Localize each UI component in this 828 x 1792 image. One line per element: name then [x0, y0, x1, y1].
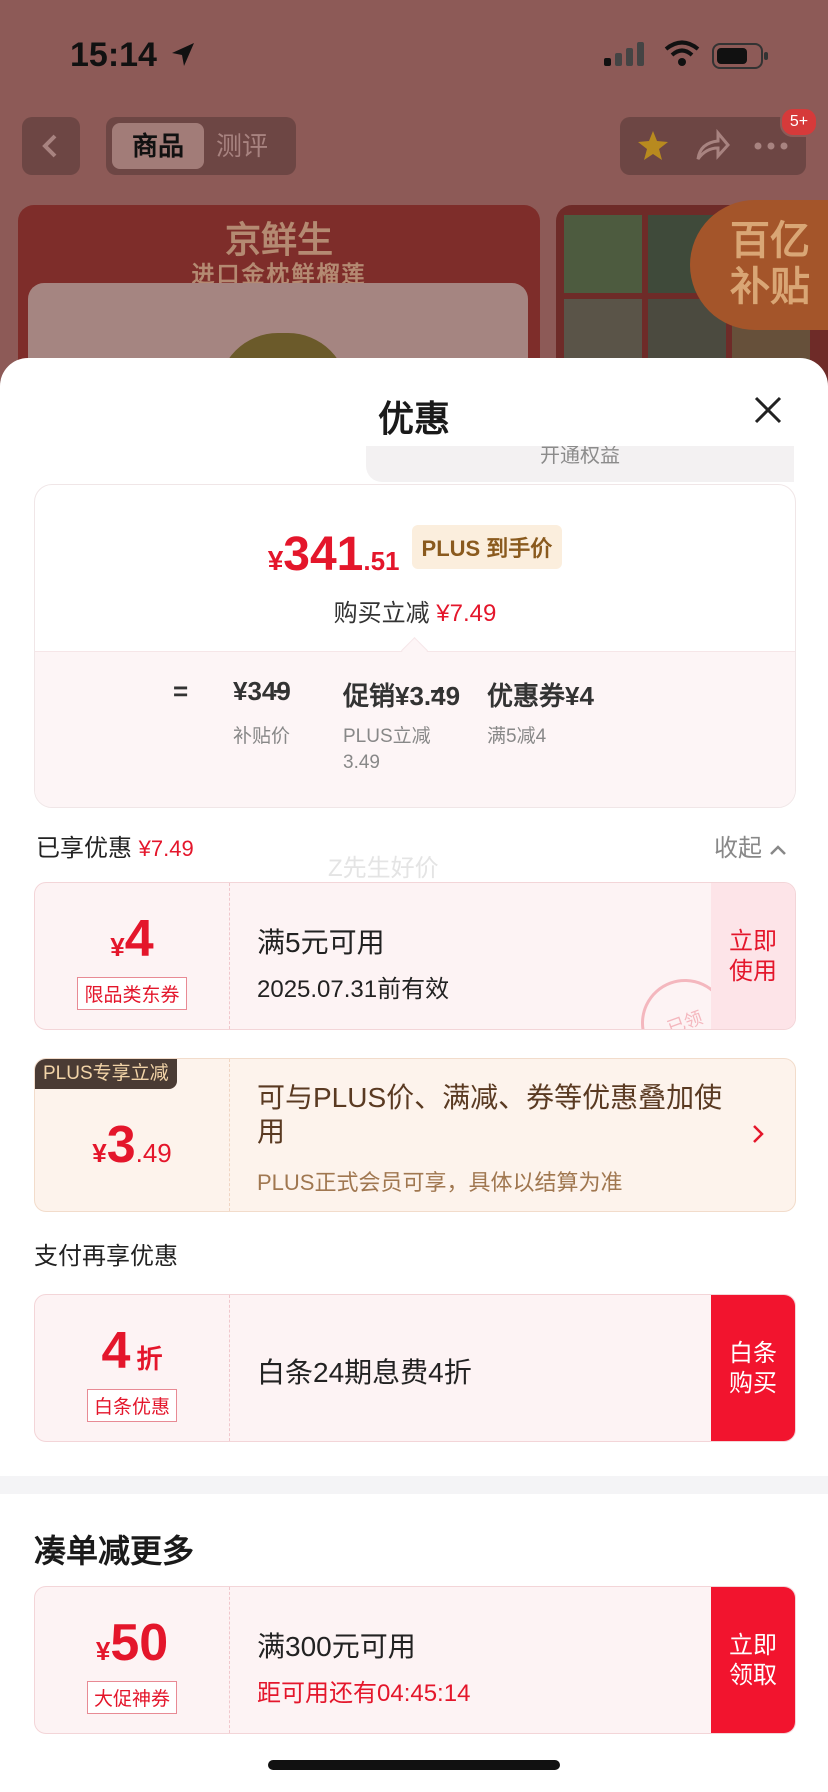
- tab-product[interactable]: 商品: [112, 123, 204, 169]
- use-now-button[interactable]: 立即 使用: [711, 883, 795, 1029]
- reduce-label: 购买立减: [333, 600, 430, 627]
- coupon-card: ¥4 限品类东券 满5元可用 2025.07.31前有效 已领 立即 使用: [34, 882, 796, 1030]
- breakdown-coupon: 优惠券¥4: [487, 681, 594, 711]
- status-time: 15:14: [70, 36, 157, 74]
- promo-currency: ¥: [95, 1636, 111, 1666]
- enjoyed-discount: 已享优惠 ¥7.49: [36, 828, 194, 863]
- final-price: ¥341.51 PLUS 到手价: [35, 525, 795, 582]
- price-currency: ¥: [267, 545, 284, 576]
- peek-text: 开通权益: [540, 446, 620, 467]
- chevron-up-icon: [769, 845, 786, 855]
- purchase-reduction: 购买立减 ¥7.49: [35, 593, 795, 628]
- more-icon[interactable]: [754, 141, 788, 151]
- collapse-label: 收起: [714, 835, 762, 862]
- reduce-amount: ¥7.49: [436, 600, 497, 627]
- coupon-expiry: 2025.07.31前有效: [257, 976, 450, 1003]
- baitiao-buy-button[interactable]: 白条 购买: [711, 1295, 795, 1441]
- collapse-button[interactable]: 收起: [714, 828, 787, 863]
- breakdown-equals: =: [173, 676, 189, 706]
- section-divider: [0, 1476, 828, 1494]
- price-integer: 341: [283, 528, 364, 581]
- breakdown-subsidy-label: 补贴价: [233, 726, 291, 747]
- plus-currency: ¥: [92, 1138, 107, 1168]
- membership-peek: 开通权益: [366, 446, 794, 482]
- message-badge: 5+: [780, 107, 818, 137]
- baitiao-number: 4: [101, 1322, 131, 1380]
- promo-amount: 50: [110, 1614, 169, 1672]
- plus-value-area: ¥3.49: [35, 1059, 230, 1211]
- plus-price-tag: PLUS 到手价: [411, 525, 563, 569]
- action-group: [620, 117, 806, 175]
- promo-coupon-card: ¥50 大促神券 满300元可用 距可用还有04:45:14 立即 领取: [34, 1586, 796, 1734]
- baitiao-tag: 白条优惠: [35, 1389, 229, 1422]
- subsidy-badge: 百亿 补贴: [690, 200, 828, 330]
- price-breakdown: = ¥349 − 促销¥3.49 − 优惠券¥4 补贴价 PLUS立减 3.49…: [35, 651, 795, 807]
- location-arrow-icon: [172, 43, 194, 66]
- enjoyed-amount: ¥7.49: [138, 836, 194, 861]
- plus-description: 可与PLUS价、满减、券等优惠叠加使用: [257, 1082, 723, 1147]
- plus-decimal: .49: [135, 1138, 172, 1168]
- enjoyed-label: 已享优惠: [36, 835, 132, 862]
- coupon-condition: 满5元可用: [257, 927, 385, 958]
- signal-icon: [604, 42, 644, 66]
- promo-value: ¥50: [35, 1613, 229, 1673]
- baitiao-value: 4折: [35, 1321, 229, 1381]
- status-bar: 15:14: [0, 0, 828, 105]
- price-decimal: .51: [363, 546, 400, 576]
- promo-tag-text: 大促神券: [86, 1681, 177, 1714]
- product-top-bar: 商品 测评 5+: [0, 107, 828, 180]
- baitiao-value-area: 4折 白条优惠: [35, 1295, 230, 1441]
- subsidy-line2: 补贴: [730, 265, 810, 309]
- promo-countdown: 距可用还有04:45:14: [257, 1680, 471, 1707]
- plus-integer: 3: [106, 1116, 136, 1174]
- promo-condition: 满300元可用: [257, 1631, 416, 1662]
- sheet-title: 优惠: [377, 398, 450, 439]
- claim-now-button[interactable]: 立即 领取: [711, 1587, 795, 1733]
- close-icon[interactable]: [752, 394, 784, 426]
- wifi-icon: [664, 40, 700, 66]
- pay-section-title: 支付再享优惠: [34, 1243, 178, 1270]
- home-indicator[interactable]: [268, 1760, 560, 1770]
- share-icon[interactable]: [694, 129, 730, 163]
- coupon-value: ¥4: [35, 909, 229, 969]
- price-summary-card: ¥341.51 PLUS 到手价 购买立减 ¥7.49 = ¥349 − 促销¥3…: [34, 484, 796, 808]
- chevron-left-icon: [42, 134, 57, 158]
- plus-value: ¥3.49: [35, 1115, 229, 1175]
- plus-discount-card[interactable]: PLUS专享立减 ¥3.49 可与PLUS价、满减、券等优惠叠加使用 PLUS正…: [34, 1058, 796, 1212]
- promo-value-area: ¥50 大促神券: [35, 1587, 230, 1733]
- breakdown-minus: −: [273, 676, 289, 706]
- subsidy-line1: 百亿: [730, 219, 810, 263]
- baitiao-text: 白条24期息费4折: [257, 1357, 472, 1388]
- more-section-title: 凑单减更多: [34, 1533, 195, 1569]
- product-tabs: 商品 测评: [106, 117, 296, 175]
- battery-icon: [712, 43, 768, 69]
- back-button[interactable]: [22, 117, 80, 175]
- plus-note: PLUS正式会员可享，具体以结算为准: [257, 1170, 623, 1195]
- discount-sheet: 优惠 开通权益 ¥341.51 PLUS 到手价 购买立减 ¥7.49 = ¥34…: [0, 358, 828, 1792]
- promo-tag: 大促神券: [35, 1681, 229, 1714]
- baitiao-unit: 折: [136, 1344, 163, 1374]
- chevron-right-icon: [753, 1125, 764, 1143]
- breakdown-minus: −: [430, 676, 446, 706]
- coupon-value-area: ¥4 限品类东券: [35, 883, 230, 1029]
- watermark: Z先生好价: [328, 855, 439, 882]
- coupon-currency: ¥: [110, 932, 125, 962]
- coupon-amount: 4: [124, 910, 154, 968]
- tab-review[interactable]: 测评: [216, 123, 286, 169]
- baitiao-tag-text: 白条优惠: [86, 1389, 177, 1422]
- coupon-tag: 限品类东券: [35, 977, 229, 1010]
- baitiao-card: 4折 白条优惠 白条24期息费4折 白条 购买: [34, 1294, 796, 1442]
- star-favorite-icon[interactable]: [636, 129, 670, 163]
- breakdown-coupon-label: 满5减4: [487, 726, 547, 747]
- coupon-tag-text: 限品类东券: [77, 977, 187, 1010]
- breakdown-promo-label: PLUS立减 3.49: [343, 726, 431, 773]
